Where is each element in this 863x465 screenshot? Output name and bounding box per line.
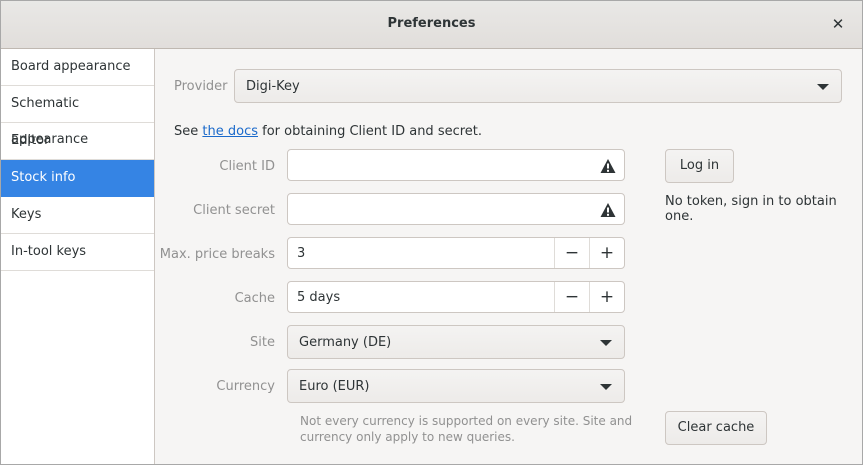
sidebar-item-board-appearance[interactable]: Board appearance [1, 49, 154, 86]
currency-note: Not every currency is supported on every… [300, 413, 632, 445]
client-id-label: Client ID [219, 159, 275, 174]
increment-button[interactable]: + [589, 238, 624, 268]
client-secret-label: Client secret [193, 203, 275, 218]
provider-dropdown[interactable]: Digi-Key [234, 69, 842, 103]
titlebar: Preferences ✕ [1, 1, 862, 49]
sidebar-item-keys[interactable]: Keys [1, 197, 154, 234]
chevron-down-icon [817, 84, 829, 90]
sidebar: Board appearance Schematic appearance Ed… [1, 49, 155, 464]
currency-value: Euro (EUR) [299, 379, 370, 394]
close-icon[interactable]: ✕ [828, 14, 848, 34]
site-label: Site [250, 335, 275, 350]
cache-stepper[interactable]: 5 days − + [287, 281, 625, 313]
client-secret-field[interactable] [287, 193, 625, 225]
max-price-breaks-stepper[interactable]: 3 − + [287, 237, 625, 269]
increment-button[interactable]: + [589, 282, 624, 312]
docs-link[interactable]: the docs [202, 124, 258, 139]
chevron-down-icon [600, 340, 612, 346]
max-price-breaks-value: 3 [297, 246, 306, 261]
note-line-2: currency only apply to new queries. [300, 430, 515, 444]
note-line-1: Not every currency is supported on every… [300, 414, 633, 428]
provider-value: Digi-Key [246, 79, 300, 94]
site-dropdown[interactable]: Germany (DE) [287, 325, 625, 359]
chevron-down-icon [600, 384, 612, 390]
login-button[interactable]: Log in [665, 149, 734, 183]
docs-prefix: See [174, 124, 203, 139]
currency-dropdown[interactable]: Euro (EUR) [287, 369, 625, 403]
decrement-button[interactable]: − [554, 238, 589, 268]
cache-label: Cache [234, 291, 275, 306]
clear-cache-button[interactable]: Clear cache [665, 411, 767, 445]
sidebar-item-stock-info[interactable]: Stock info [1, 160, 154, 197]
preferences-window: Preferences ✕ Board appearance Schematic… [0, 0, 863, 465]
docs-hint: See the docs for obtaining Client ID and… [174, 124, 482, 139]
warning-icon [600, 203, 616, 217]
docs-suffix: for obtaining Client ID and secret. [257, 124, 483, 139]
provider-label: Provider [174, 79, 228, 94]
sidebar-item-in-tool-keys[interactable]: In-tool keys [1, 234, 154, 271]
site-value: Germany (DE) [299, 335, 392, 350]
warning-icon [600, 159, 616, 173]
token-status: No token, sign in to obtain one. [665, 194, 837, 224]
decrement-button[interactable]: − [554, 282, 589, 312]
client-id-field[interactable] [287, 149, 625, 181]
cache-value: 5 days [297, 290, 341, 305]
sidebar-item-schematic-appearance[interactable]: Schematic appearance [1, 86, 154, 147]
currency-label: Currency [216, 379, 275, 394]
window-title: Preferences [387, 16, 476, 31]
max-price-breaks-label: Max. price breaks [159, 247, 275, 262]
